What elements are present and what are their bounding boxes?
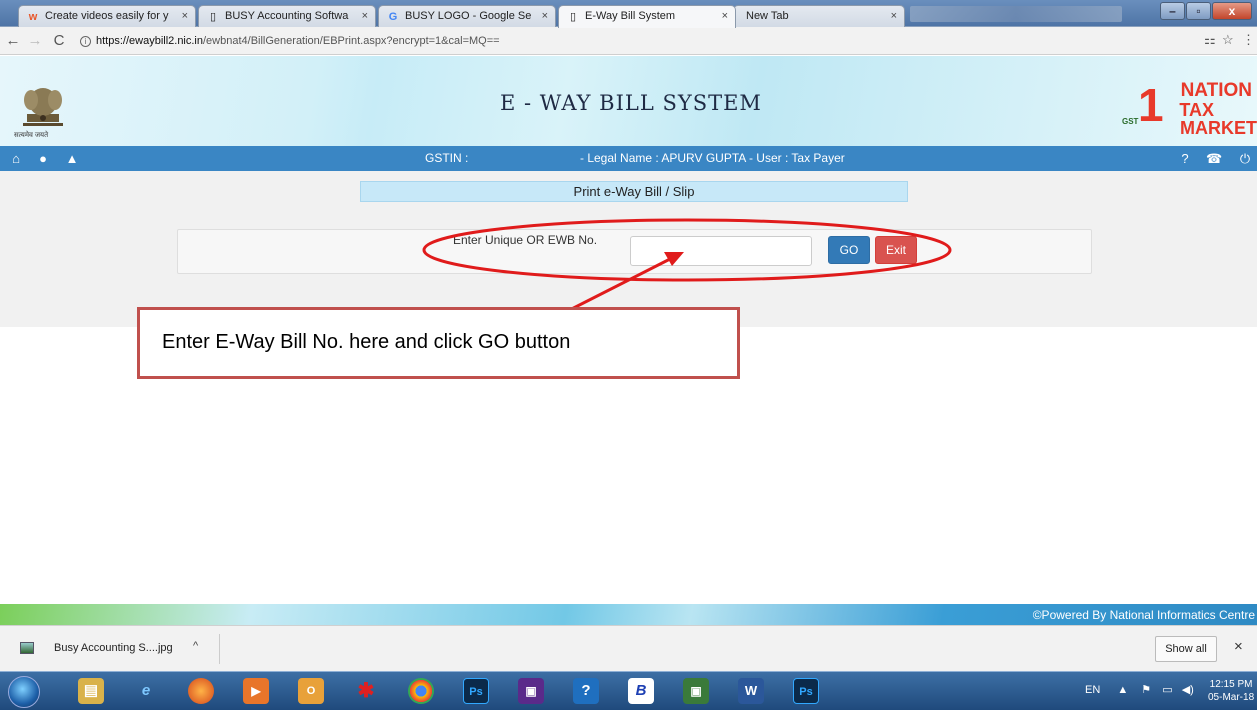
outlook-icon[interactable]: O (298, 678, 324, 704)
url-path: /ewbnat4/BillGeneration/EBPrint.aspx?enc… (203, 35, 500, 47)
tab-label: Create videos easily for y (45, 10, 169, 22)
translate-icon[interactable]: ⚏ (1204, 32, 1216, 48)
google-icon: G (388, 11, 398, 23)
address-bar: ← → C i https://ewaybill2.nic.in/ewbnat4… (0, 27, 1257, 55)
clock[interactable]: 12:15 PM 05-Mar-18 (1208, 678, 1254, 704)
site-title: E - WAY BILL SYSTEM (500, 91, 762, 115)
window-title-area (910, 6, 1122, 22)
tab-eway-bill[interactable]: ▯ E-Way Bill System × (558, 5, 736, 28)
windows-taskbar: ▤ e ▶ O ✱ Ps ▣ ? B ▣ W Ps EN ▲ ⚑ ▭ ◀) 12… (0, 671, 1257, 710)
tab-busy-accounting[interactable]: ▯ BUSY Accounting Softwa × (198, 5, 376, 27)
main-content: Print e-Way Bill / Slip (0, 171, 1257, 327)
system-tray: EN ▲ ⚑ ▭ ◀) (1085, 683, 1194, 696)
close-icon[interactable]: × (182, 6, 188, 27)
tab-label: BUSY Accounting Softwa (225, 10, 349, 22)
site-footer: ©Powered By National Informatics Centre (0, 604, 1257, 625)
show-all-button[interactable]: Show all (1155, 636, 1217, 662)
tab-google-search[interactable]: G BUSY LOGO - Google Se × (378, 5, 556, 27)
ewb-number-input[interactable] (630, 236, 812, 266)
callout-text: Enter E-Way Bill No. here and click GO b… (162, 331, 571, 353)
chevron-up-icon[interactable]: ^ (193, 640, 198, 652)
video-editor-icon[interactable]: ▣ (683, 678, 709, 704)
language-indicator[interactable]: EN (1085, 684, 1100, 696)
photoshop-icon[interactable]: Ps (793, 678, 819, 704)
word-icon[interactable]: W (738, 678, 764, 704)
image-file-icon (20, 642, 34, 654)
help-support-icon[interactable]: ? (573, 678, 599, 704)
tab-wevideo[interactable]: w Create videos easily for y × (18, 5, 196, 27)
logo-one: 1 (1138, 79, 1164, 131)
emblem-caption: सत्यमेव जयते (14, 132, 49, 139)
start-button[interactable] (8, 676, 40, 708)
ewb-number-label: Enter Unique OR EWB No. (453, 233, 598, 247)
volume-icon[interactable]: ◀) (1182, 684, 1194, 696)
exit-button[interactable]: Exit (875, 236, 917, 264)
url-field[interactable]: https://ewaybill2.nic.in/ewbnat4/BillGen… (96, 32, 1196, 50)
close-icon[interactable]: × (1234, 638, 1243, 655)
page-icon: ▯ (209, 11, 217, 23)
minimize-button[interactable]: – (1160, 2, 1185, 20)
close-icon[interactable]: × (542, 6, 548, 27)
page-title: Print e-Way Bill / Slip (360, 181, 908, 202)
site-nav-bar: ⌂ ● ▲ GSTIN : - Legal Name : APURV GUPTA… (0, 146, 1257, 171)
back-arrow-icon[interactable]: ← (4, 31, 22, 51)
window-close-button[interactable]: x (1212, 2, 1252, 20)
tab-label: New Tab (746, 10, 789, 22)
internet-explorer-icon[interactable]: e (133, 678, 159, 704)
home-icon[interactable]: ⌂ (8, 150, 24, 167)
flag-icon[interactable]: ⚑ (1141, 684, 1151, 696)
menu-icon[interactable]: ⋮ (1242, 32, 1255, 48)
clock-time: 12:15 PM (1209, 679, 1253, 690)
browser-tab-strip: w Create videos easily for y × ▯ BUSY Ac… (0, 0, 1257, 28)
close-icon[interactable]: × (891, 6, 897, 27)
reload-icon[interactable]: C (50, 31, 68, 51)
maximize-button[interactable]: ▫ (1186, 2, 1211, 20)
bell-icon[interactable]: ▲ (64, 150, 80, 167)
user-icon[interactable]: ● (35, 150, 51, 167)
tray-expand-icon[interactable]: ▲ (1117, 684, 1128, 696)
logo-market: MARKET (1180, 118, 1257, 138)
wevideo-icon: w (28, 11, 38, 23)
screen-recorder-icon[interactable]: ▣ (518, 678, 544, 704)
help-icon[interactable]: ? (1177, 150, 1193, 167)
info-icon[interactable]: i (80, 36, 91, 47)
download-shelf: Busy Accounting S....jpg ^ Show all × (0, 625, 1257, 671)
logo-nation: NATION (1180, 80, 1252, 101)
firefox-icon[interactable] (188, 678, 214, 704)
chrome-icon[interactable] (408, 678, 434, 704)
nation-tax-market-logo: 1 GST NATION TAX MARKET (1122, 79, 1257, 142)
url-host: https://ewaybill2.nic.in (96, 35, 203, 47)
legal-name-text: - Legal Name : APURV GUPTA - User : Tax … (580, 151, 845, 165)
network-icon[interactable]: ▭ (1162, 684, 1172, 696)
logo-gst: GST (1122, 117, 1139, 126)
paint-icon[interactable]: ✱ (353, 678, 379, 704)
forward-arrow-icon[interactable]: → (26, 31, 44, 51)
file-explorer-icon[interactable]: ▤ (78, 678, 104, 704)
close-icon[interactable]: × (362, 6, 368, 27)
busy-app-icon[interactable]: B (628, 678, 654, 704)
tab-label: E-Way Bill System (585, 10, 676, 22)
gstin-label: GSTIN : (425, 151, 469, 165)
power-icon[interactable]: ⏻ (1237, 150, 1253, 167)
star-icon[interactable]: ☆ (1222, 32, 1234, 48)
tab-new-tab[interactable]: New Tab × (733, 5, 905, 27)
clock-date: 05-Mar-18 (1208, 692, 1255, 703)
phone-icon[interactable]: ☎ (1206, 150, 1222, 167)
go-button[interactable]: GO (828, 236, 870, 264)
media-player-icon[interactable]: ▶ (243, 678, 269, 704)
powered-by-text: ©Powered By National Informatics Centre (1032, 608, 1255, 622)
download-file-name: Busy Accounting S....jpg (54, 642, 173, 654)
photoshop-icon[interactable]: Ps (463, 678, 489, 704)
download-item[interactable]: Busy Accounting S....jpg ^ (10, 634, 220, 664)
page-icon: ▯ (569, 11, 577, 23)
close-icon[interactable]: × (722, 6, 728, 27)
tab-label: BUSY LOGO - Google Se (405, 10, 532, 22)
